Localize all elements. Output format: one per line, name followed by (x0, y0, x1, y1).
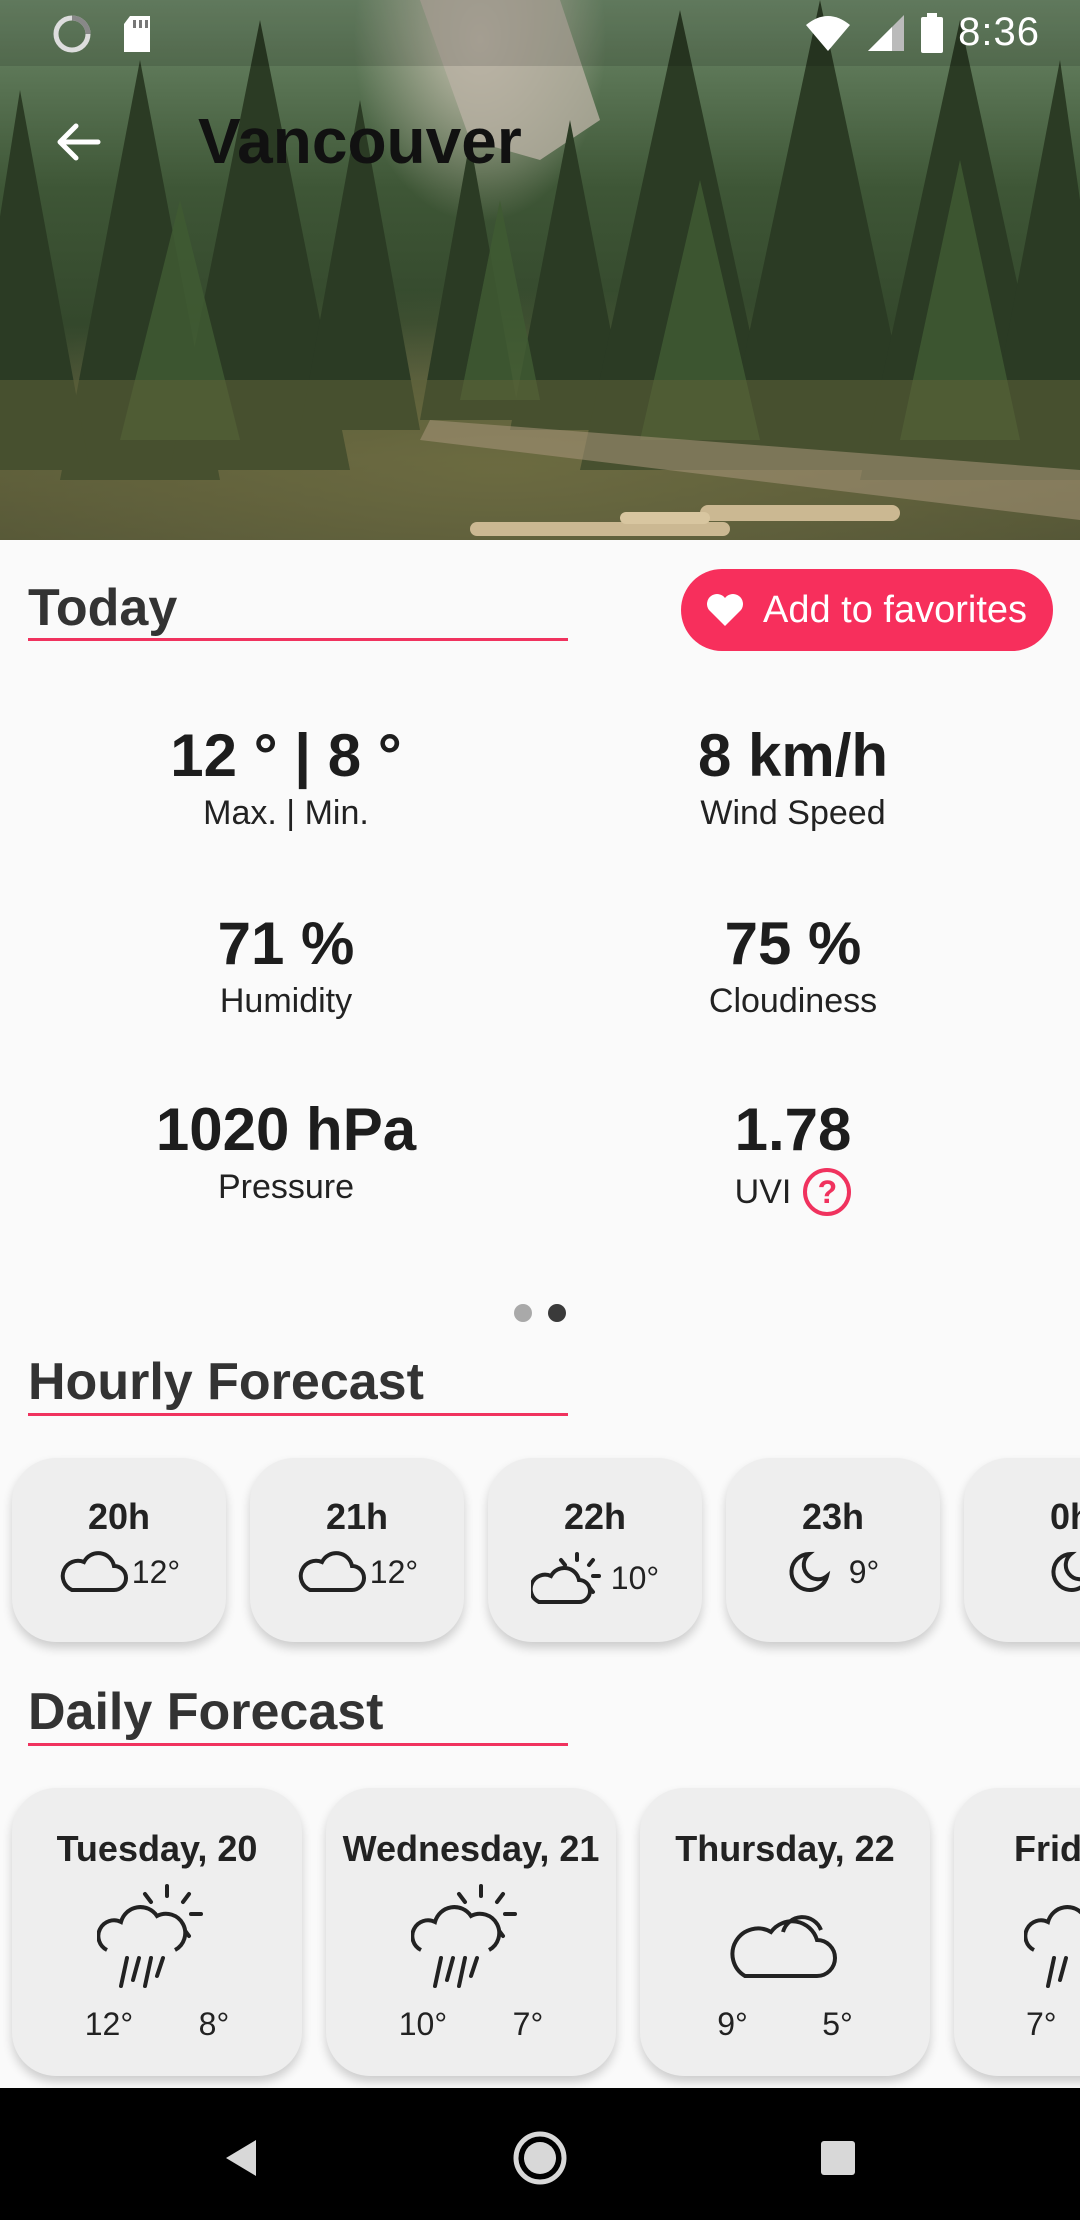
signal-icon (868, 14, 905, 51)
hourly-card[interactable]: 23h 9° (726, 1458, 940, 1642)
moon-icon (789, 1551, 830, 1592)
stat-maxmin: 12 ° | 8 ° Max. | Min. (86, 726, 486, 833)
daily-day: Tuesday, 20 (56, 1828, 258, 1869)
moon-icon (1051, 1551, 1080, 1592)
daily-day: Wednesday, 21 (342, 1828, 600, 1869)
add-to-favorites-button[interactable]: Add to favorites (681, 569, 1053, 651)
stat-uvi: 1.78 UVI ? (593, 1100, 993, 1216)
pressure-label: Pressure (217, 1168, 355, 1206)
daily-underline (28, 1743, 568, 1746)
wifi-icon (806, 15, 851, 51)
daily-min-temp: 5° (822, 2006, 853, 2042)
daily-card[interactable]: Thursday, 22 9° 5° (640, 1788, 930, 2076)
daily-forecast-title: Daily Forecast (28, 1683, 384, 1741)
hourly-hour: 23h (801, 1496, 865, 1537)
maxmin-label: Max. | Min. (203, 794, 369, 832)
hourly-card[interactable]: 22h 10° (488, 1458, 702, 1642)
hourly-temp: 12° (131, 1553, 181, 1590)
navigation-bar (0, 2088, 1080, 2220)
hourly-temp: 12° (369, 1553, 419, 1590)
daily-max-temp: 10° (398, 2006, 448, 2042)
humidity-value: 71 % (217, 910, 355, 977)
daily-card[interactable]: Tuesday, 20 12° 8° (12, 1788, 302, 2076)
battery-icon (921, 12, 944, 53)
city-title: Vancouver (198, 105, 522, 177)
status-left-icons (52, 14, 154, 54)
status-bar: 8:36 (0, 0, 1080, 66)
uvi-value: 1.78 (734, 1096, 852, 1163)
forest-illustration (0, 0, 1080, 540)
sun-rain-cloud-icon (411, 1884, 517, 1988)
add-to-favorites-label: Add to favorites (763, 588, 1028, 631)
daily-max-temp: 9° (717, 2006, 748, 2042)
daily-min-temp: 8° (198, 2006, 230, 2042)
clock: 8:36 (958, 10, 1040, 54)
daily-card[interactable]: Frid 7° (954, 1788, 1080, 2076)
daily-max-temp: 7° (1026, 2006, 1057, 2042)
nav-back-button[interactable] (212, 2128, 272, 2188)
hourly-temp: 10° (610, 1559, 660, 1596)
page-indicator (514, 1304, 566, 1322)
back-triangle-icon (226, 2140, 256, 2176)
cloud-icon (60, 1551, 128, 1592)
wind-label: Wind Speed (700, 794, 886, 832)
daily-max-temp: 12° (84, 2006, 134, 2042)
hourly-hour: 21h (325, 1496, 389, 1537)
maxmin-value: 12 ° | 8 ° (170, 722, 402, 789)
partly-sunny-icon (530, 1552, 601, 1604)
today-underline (28, 638, 568, 641)
daily-day: Frid (1014, 1828, 1080, 1869)
recents-square-icon (821, 2141, 855, 2175)
hourly-forecast-title: Hourly Forecast (28, 1353, 424, 1411)
heart-icon (707, 594, 743, 626)
stat-humidity: 71 % Humidity (86, 914, 486, 1021)
arrow-left-icon (57, 123, 101, 161)
humidity-label: Humidity (219, 982, 353, 1020)
uvi-help-button[interactable]: ? (803, 1168, 852, 1216)
back-button[interactable] (48, 112, 108, 172)
sun-rain-cloud-icon (1024, 1905, 1080, 1988)
nav-home-button[interactable] (510, 2128, 570, 2188)
sd-card-icon (124, 16, 150, 52)
city-hero-image (0, 0, 1080, 540)
status-right-icons: 8:36 (804, 10, 1040, 55)
cloud-icon (730, 1915, 837, 1978)
wind-value: 8 km/h (697, 722, 889, 789)
today-title: Today (28, 579, 178, 637)
hourly-hour: 22h (563, 1496, 627, 1537)
daily-day: Thursday, 22 (675, 1828, 895, 1869)
stat-wind: 8 km/h Wind Speed (593, 726, 993, 833)
home-circle-icon (513, 2131, 567, 2185)
daily-card[interactable]: Wednesday, 21 10° 7° (326, 1788, 616, 2076)
spinner-icon (53, 15, 91, 53)
hourly-temp: 9° (848, 1553, 880, 1590)
cloudiness-label: Cloudiness (708, 982, 878, 1020)
daily-min-temp: 7° (512, 2006, 544, 2042)
hourly-underline (28, 1413, 568, 1416)
page-dot-1[interactable] (514, 1304, 532, 1322)
stat-cloudiness: 75 % Cloudiness (593, 914, 993, 1021)
sun-rain-cloud-icon (97, 1884, 203, 1988)
uvi-label: UVI (734, 1172, 792, 1211)
cloud-icon (298, 1551, 366, 1592)
cloudiness-value: 75 % (724, 910, 862, 977)
page-dot-2-active[interactable] (548, 1304, 566, 1322)
nav-recents-button[interactable] (808, 2128, 868, 2188)
hourly-card[interactable]: 21h 12° (250, 1458, 464, 1642)
hourly-card[interactable]: 0h (964, 1458, 1080, 1642)
hourly-card[interactable]: 20h 12° (12, 1458, 226, 1642)
pressure-value: 1020 hPa (155, 1096, 417, 1163)
hourly-hour: 20h (87, 1496, 151, 1537)
weather-screen: 8:36 Vancouver Today Add to favorites 12… (0, 0, 1080, 2220)
hourly-hour: 0h (1049, 1496, 1080, 1537)
stat-pressure: 1020 hPa Pressure (86, 1100, 486, 1207)
